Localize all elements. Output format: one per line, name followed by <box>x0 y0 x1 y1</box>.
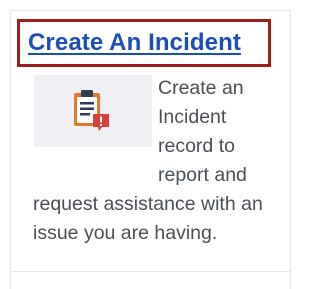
card-description: Create an Incident record to report and … <box>33 74 263 248</box>
card-title-highlight: Create An Incident <box>17 19 271 67</box>
card-divider <box>10 271 291 272</box>
create-incident-link[interactable]: Create An Incident <box>28 29 241 57</box>
